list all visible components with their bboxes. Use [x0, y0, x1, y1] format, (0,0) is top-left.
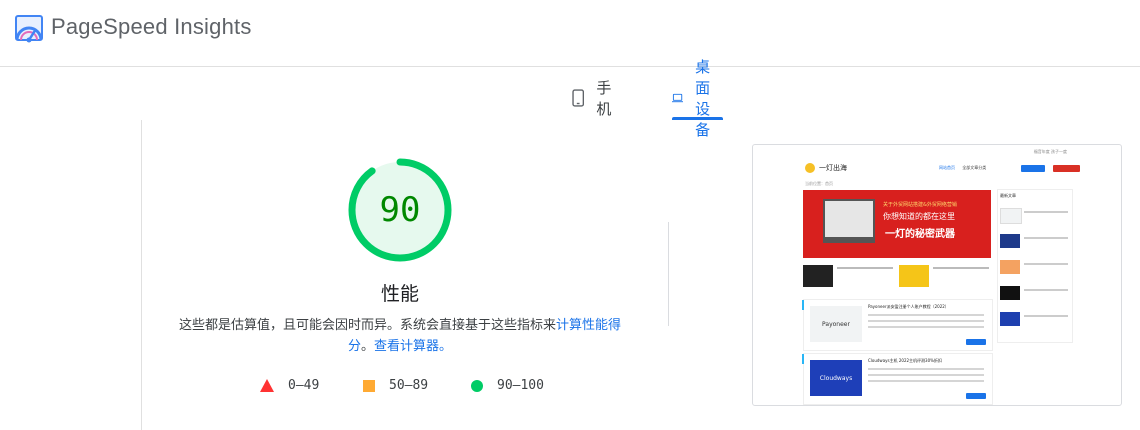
card-text — [868, 380, 984, 382]
card1-logo: Payoneer — [810, 306, 862, 342]
sidebar-thumb — [1000, 312, 1020, 326]
sidebar-thumb — [1000, 260, 1020, 274]
pagespeed-logo-icon[interactable] — [14, 14, 44, 44]
card-text — [868, 326, 984, 328]
mini-text — [933, 267, 989, 269]
tab-desktop[interactable]: 桌面设备 — [672, 58, 724, 139]
legend-pass: 90–100 — [471, 378, 544, 393]
description-text: 这些都是估算值，且可能会因时而异。系统会直接基于这些指标来 — [178, 318, 556, 333]
laptop-icon — [672, 93, 684, 103]
description-sep: 。 — [360, 339, 374, 354]
card-accent — [802, 354, 804, 364]
legend-average-label: 50–89 — [389, 378, 429, 393]
top-header: PageSpeed Insights — [0, 0, 1140, 67]
banner-line-2: 你想知道的都在这里 — [883, 212, 955, 221]
laptop-chart-icon — [823, 199, 875, 243]
triangle-icon — [260, 379, 274, 392]
sidebar-text — [1024, 237, 1068, 239]
performance-score: 90 — [379, 190, 421, 230]
tab-desktop-label: 桌面设备 — [695, 58, 711, 139]
screenshot-nav-item: 网站首页 — [939, 165, 955, 170]
card-text — [868, 374, 984, 376]
sidebar-text — [1024, 315, 1068, 317]
screenshot-mini-card — [899, 265, 991, 291]
category-title: 性能 — [380, 283, 419, 305]
legend-average: 50–89 — [363, 378, 428, 393]
screenshot-breadcrumb: 当前位置：首页 — [805, 181, 833, 186]
sidebar-text — [1024, 211, 1068, 213]
sidebar-text — [1024, 263, 1068, 265]
mini-text — [837, 267, 893, 269]
phone-icon — [572, 89, 585, 107]
screenshot-sidebar: 最新文章 — [997, 189, 1073, 343]
card-text — [868, 320, 984, 322]
screenshot-button-blue — [1021, 165, 1045, 172]
tab-mobile[interactable]: 手机 — [572, 76, 617, 120]
sidebar-thumb — [1000, 208, 1022, 224]
sidebar-title: 最新文章 — [1000, 193, 1016, 198]
square-icon — [363, 379, 375, 392]
divider-left — [141, 120, 142, 430]
screenshot-article-card: Cloudways Cloudways主机 2022主机评测30%折扣 — [802, 353, 993, 405]
score-description: 这些都是估算值，且可能会因时而异。系统会直接基于这些指标来计算性能得分。查看计算… — [170, 315, 630, 357]
divider-middle — [668, 222, 669, 326]
brand-title[interactable]: PageSpeed Insights — [51, 14, 252, 40]
screenshot-nav-item: 全部文章分类 — [962, 165, 987, 170]
card2-title: Cloudways主机 2022主机评测30%折扣 — [868, 358, 942, 363]
site-logo-icon — [805, 163, 815, 173]
tab-mobile-label: 手机 — [596, 79, 612, 118]
card-text — [868, 314, 984, 316]
card2-logo: Cloudways — [810, 360, 862, 396]
sidebar-thumb — [1000, 234, 1020, 248]
legend-fail-label: 0–49 — [288, 378, 320, 393]
card-button — [966, 393, 986, 399]
card-button — [966, 339, 986, 345]
sidebar-text — [1024, 289, 1068, 291]
legend-pass-label: 90–100 — [497, 378, 544, 393]
screenshot-nav: 网站首页 全部文章分类 — [939, 165, 992, 171]
mini-thumb — [803, 265, 833, 287]
card-text — [868, 368, 984, 370]
banner-line-3: 一灯的秘密武器 — [885, 229, 955, 240]
screenshot-article-card: Payoneer Payoneer派安盈注册个人账户教程（2022） — [802, 299, 993, 351]
circle-icon — [471, 379, 483, 392]
legend-fail: 0–49 — [260, 378, 319, 393]
page-screenshot[interactable]: 福音年度 孩子一度 一灯出海 网站首页 全部文章分类 当前位置：首页 关于外贸网… — [752, 144, 1122, 406]
site-name: 一灯出海 — [819, 164, 847, 172]
mini-thumb — [899, 265, 929, 287]
screenshot-topbar: 福音年度 孩子一度 一灯出海 网站首页 全部文章分类 — [753, 145, 1121, 183]
sidebar-thumb — [1000, 286, 1020, 300]
screenshot-button-red — [1053, 165, 1080, 172]
banner-line-1: 关于外贸网站搭建&外贸网络营销 — [883, 202, 957, 208]
calculator-link[interactable]: 查看计算器。 — [374, 339, 452, 354]
card-accent — [802, 300, 804, 310]
card1-title: Payoneer派安盈注册个人账户教程（2022） — [868, 304, 949, 309]
screenshot-top-links: 福音年度 孩子一度 — [1033, 149, 1067, 154]
screenshot-mini-card — [803, 265, 895, 291]
